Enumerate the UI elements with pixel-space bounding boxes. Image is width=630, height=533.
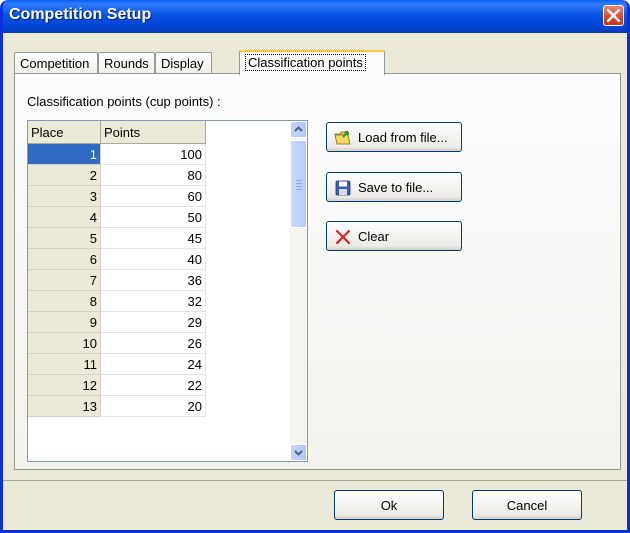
- tab-display[interactable]: Display: [155, 52, 212, 73]
- points-cell[interactable]: 36: [100, 269, 206, 291]
- save-disk-icon: [335, 180, 351, 196]
- footer-divider: [3, 480, 627, 481]
- table-row[interactable]: 10 26: [28, 332, 206, 354]
- points-cell[interactable]: 45: [100, 227, 206, 249]
- cancel-button[interactable]: Cancel: [472, 490, 582, 520]
- place-cell[interactable]: 2: [28, 164, 101, 186]
- points-table: Place Points 1 100 2 80 3 60 4 50 5 45 6 40 7 36 8 32 9 2…: [28, 121, 206, 417]
- red-x-icon: [335, 229, 351, 245]
- load-from-file-label: Load from file...: [358, 130, 448, 145]
- points-cell[interactable]: 60: [100, 185, 206, 207]
- place-cell[interactable]: 6: [28, 248, 101, 270]
- points-cell[interactable]: 50: [100, 206, 206, 228]
- place-cell[interactable]: 5: [28, 227, 101, 249]
- table-row[interactable]: 1 100: [28, 143, 206, 165]
- column-header-place[interactable]: Place: [28, 121, 101, 144]
- points-cell[interactable]: 29: [100, 311, 206, 333]
- chevron-up-icon: [294, 126, 303, 132]
- clear-label: Clear: [358, 229, 390, 244]
- save-to-file-button[interactable]: Save to file...: [326, 172, 462, 202]
- tab-panel: Classification points (cup points) : Pla…: [14, 73, 621, 470]
- table-row[interactable]: 6 40: [28, 248, 206, 270]
- place-cell[interactable]: 1: [28, 143, 101, 165]
- place-cell[interactable]: 13: [28, 395, 101, 417]
- ok-label: Ok: [380, 498, 398, 513]
- points-cell[interactable]: 40: [100, 248, 206, 270]
- close-button[interactable]: [603, 5, 624, 26]
- scroll-thumb[interactable]: [290, 140, 307, 228]
- table-row[interactable]: 8 32: [28, 290, 206, 312]
- tab-label: Competition: [20, 56, 90, 71]
- points-cell[interactable]: 100: [100, 143, 206, 165]
- cancel-label: Cancel: [506, 498, 548, 513]
- close-icon: [607, 9, 620, 22]
- tab-rounds[interactable]: Rounds: [98, 52, 155, 73]
- points-cell[interactable]: 22: [100, 374, 206, 396]
- panel-label: Classification points (cup points) :: [27, 94, 221, 109]
- ok-button[interactable]: Ok: [334, 490, 444, 520]
- folder-open-icon: [334, 131, 351, 145]
- table-row[interactable]: 7 36: [28, 269, 206, 291]
- tab-label: Rounds: [104, 56, 149, 71]
- points-cell[interactable]: 24: [100, 353, 206, 375]
- save-to-file-label: Save to file...: [358, 180, 434, 195]
- points-grid[interactable]: Place Points 1 100 2 80 3 60 4 50 5 45 6 40 7 36 8 32 9 2…: [27, 120, 308, 462]
- tab-label: Classification points: [245, 54, 366, 71]
- title-bar[interactable]: Competition Setup: [3, 0, 627, 33]
- place-cell[interactable]: 4: [28, 206, 101, 228]
- column-header-points[interactable]: Points: [100, 121, 206, 144]
- tab-label: Display: [161, 56, 204, 71]
- competition-setup-dialog: Competition Setup Competition Rounds Dis…: [0, 0, 630, 533]
- window-title: Competition Setup: [9, 6, 152, 23]
- table-row[interactable]: 5 45: [28, 227, 206, 249]
- place-cell[interactable]: 11: [28, 353, 101, 375]
- tab-competition[interactable]: Competition: [14, 52, 98, 73]
- place-cell[interactable]: 10: [28, 332, 101, 354]
- clear-button[interactable]: Clear: [326, 221, 462, 251]
- scroll-up-button[interactable]: [290, 121, 307, 138]
- place-cell[interactable]: 7: [28, 269, 101, 291]
- place-cell[interactable]: 8: [28, 290, 101, 312]
- points-cell[interactable]: 80: [100, 164, 206, 186]
- chevron-down-icon: [294, 450, 303, 456]
- table-row[interactable]: 12 22: [28, 374, 206, 396]
- load-from-file-button[interactable]: Load from file...: [326, 122, 462, 152]
- points-cell[interactable]: 26: [100, 332, 206, 354]
- table-row[interactable]: 3 60: [28, 185, 206, 207]
- table-row[interactable]: 2 80: [28, 164, 206, 186]
- place-cell[interactable]: 9: [28, 311, 101, 333]
- vertical-scrollbar[interactable]: [290, 121, 307, 461]
- tab-classification-points[interactable]: Classification points: [239, 50, 385, 75]
- place-cell[interactable]: 3: [28, 185, 101, 207]
- table-row[interactable]: 4 50: [28, 206, 206, 228]
- place-cell[interactable]: 12: [28, 374, 101, 396]
- table-row[interactable]: 9 29: [28, 311, 206, 333]
- table-row[interactable]: 13 20: [28, 395, 206, 417]
- points-cell[interactable]: 20: [100, 395, 206, 417]
- table-row[interactable]: 11 24: [28, 353, 206, 375]
- scroll-down-button[interactable]: [290, 444, 307, 461]
- points-cell[interactable]: 32: [100, 290, 206, 312]
